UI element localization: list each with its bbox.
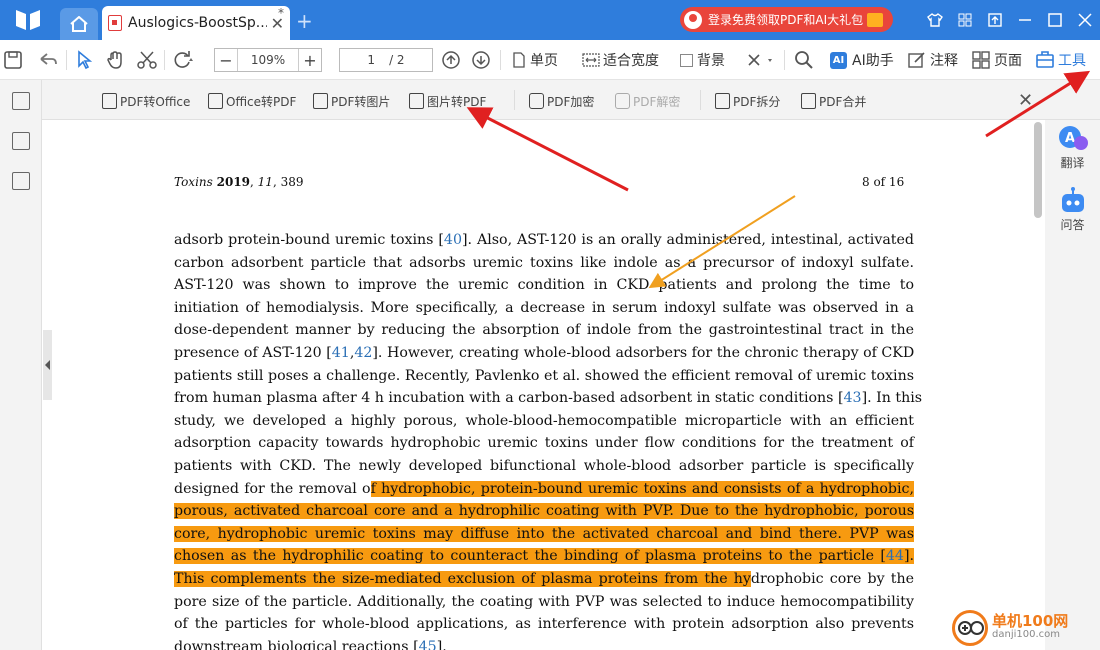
tab-modified-indicator: *: [278, 6, 284, 20]
collapse-sidebar-handle[interactable]: [43, 330, 52, 400]
toolbox-icon: [1036, 51, 1054, 68]
zoom-out-button[interactable]: −: [215, 51, 237, 70]
annotate-button[interactable]: 注释: [908, 48, 958, 72]
hand-tool-icon[interactable]: [106, 48, 126, 72]
watermark-name: 单机100网: [992, 612, 1069, 630]
scissors-icon[interactable]: [136, 48, 158, 72]
undo-icon[interactable]: [38, 48, 58, 72]
more-tools-icon[interactable]: [746, 48, 776, 72]
grid-menu-icon[interactable]: [950, 8, 980, 32]
pdf-file-icon: [108, 15, 122, 31]
page-label: 8 of 16: [862, 175, 905, 189]
zoom-control[interactable]: − 109% +: [214, 48, 322, 72]
merge-icon: [801, 93, 816, 109]
tools-button[interactable]: 工具: [1036, 48, 1086, 72]
pdf-to-office-button[interactable]: PDF转Office: [102, 91, 190, 111]
lock-icon: [529, 93, 544, 109]
zoom-level-select[interactable]: 109%: [237, 49, 299, 71]
image-to-pdf-icon: [409, 93, 424, 109]
gift-icon: [867, 12, 884, 27]
select-cursor-icon[interactable]: [76, 48, 92, 72]
tab-title: Auslogics-BoostSp...: [128, 15, 267, 31]
promo-login-button[interactable]: 登录免费领取PDF和AI大礼包: [680, 7, 893, 32]
page-grid-icon: [972, 51, 990, 69]
pdf-page: Toxins 2019, 11, 389 8 of 16 adsorb prot…: [52, 122, 1032, 650]
right-sidebar: ︿ A 翻译 问答: [1045, 120, 1100, 650]
page-current: 1: [367, 53, 376, 67]
unlock-icon: [615, 93, 630, 109]
fit-width-button[interactable]: 适合宽度: [582, 48, 659, 72]
background-toggle[interactable]: 背景: [680, 48, 725, 72]
main-toolbar: − 109% + 1 / 2 单页 适合宽度 背景 AI AI助手 注释 页面: [0, 40, 1100, 80]
prev-page-icon[interactable]: [441, 48, 461, 72]
vertical-scrollbar[interactable]: [1034, 122, 1042, 218]
ai-icon: AI: [830, 51, 847, 69]
running-header: Toxins 2019, 11, 389: [174, 175, 304, 189]
avatar-icon: [684, 10, 702, 29]
left-sidebar: [0, 80, 42, 650]
save-icon[interactable]: [2, 48, 24, 72]
page-number-input[interactable]: 1 / 2: [339, 48, 433, 72]
image-to-pdf-button[interactable]: 图片转PDF: [409, 91, 486, 111]
document-viewport[interactable]: Toxins 2019, 11, 389 8 of 16 adsorb prot…: [52, 122, 1032, 650]
pdf-to-image-button[interactable]: PDF转图片: [313, 91, 390, 111]
pdf-encrypt-button[interactable]: PDF加密: [529, 91, 594, 111]
translate-icon: A: [1058, 126, 1088, 150]
app-logo-icon: [16, 10, 40, 30]
ai-assistant-button[interactable]: AI AI助手: [830, 48, 894, 72]
pdf-to-image-icon: [313, 93, 328, 109]
split-icon: [715, 93, 730, 109]
watermark-url: danji100.com: [992, 629, 1060, 640]
page-icon: [513, 52, 525, 68]
document-tab[interactable]: Auslogics-BoostSp... * ✕: [102, 6, 290, 40]
next-page-icon[interactable]: [471, 48, 491, 72]
upload-window-icon[interactable]: [980, 8, 1010, 32]
translate-button[interactable]: A 翻译: [1045, 124, 1100, 171]
pdf-decrypt-button[interactable]: PDF解密: [615, 91, 680, 111]
new-tab-button[interactable]: +: [296, 9, 313, 33]
robot-icon: [1061, 187, 1084, 212]
title-bar: Auslogics-BoostSp... * ✕ + 登录免费领取PDF和AI大…: [0, 0, 1100, 40]
pdf-to-office-icon: [102, 93, 117, 109]
close-subbar-icon[interactable]: ✕: [1018, 90, 1033, 111]
body-paragraph: adsorb protein-bound uremic toxins [40].…: [174, 232, 923, 650]
signature-icon[interactable]: [12, 132, 30, 150]
ask-button[interactable]: 问答: [1045, 186, 1100, 233]
zoom-in-button[interactable]: +: [299, 51, 321, 70]
annotate-icon: [908, 52, 925, 68]
minimize-icon[interactable]: [1010, 8, 1040, 32]
pdf-merge-button[interactable]: PDF合并: [801, 91, 866, 111]
home-icon: [70, 16, 88, 32]
watermark-mascot-icon: [952, 610, 988, 646]
pdf-split-button[interactable]: PDF拆分: [715, 91, 780, 111]
search-icon[interactable]: [794, 48, 814, 72]
office-to-pdf-button[interactable]: Office转PDF: [208, 91, 296, 111]
page-button[interactable]: 页面: [972, 48, 1022, 72]
fit-width-icon: [582, 53, 600, 67]
maximize-icon[interactable]: [1040, 8, 1070, 32]
home-button[interactable]: [60, 8, 98, 40]
bookmark-star-icon[interactable]: [12, 92, 30, 110]
single-page-button[interactable]: 单页: [512, 48, 558, 72]
office-to-pdf-icon: [208, 93, 223, 109]
background-checkbox[interactable]: [680, 53, 693, 67]
close-window-icon[interactable]: [1070, 8, 1100, 32]
page-total: / 2: [389, 53, 405, 67]
svg-text:A: A: [1065, 131, 1075, 146]
rotate-icon[interactable]: [172, 48, 194, 72]
tools-subbar: PDF转Office Office转PDF PDF转图片 图片转PDF PDF加…: [0, 80, 1100, 120]
promo-text: 登录免费领取PDF和AI大礼包: [708, 13, 864, 27]
skin-icon[interactable]: [920, 8, 950, 32]
watermark-logo: 单机100网 danji100.com: [952, 610, 1068, 646]
thumbnails-icon[interactable]: [12, 172, 30, 190]
